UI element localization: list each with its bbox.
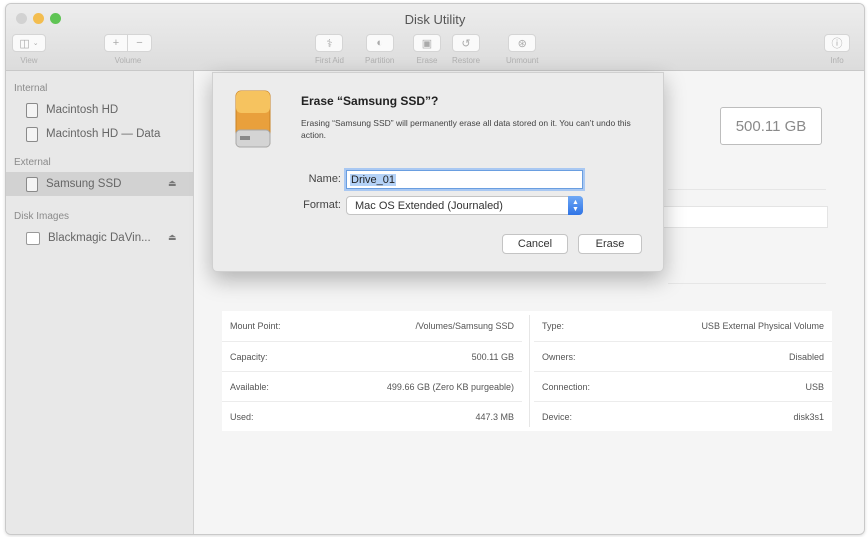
cancel-button[interactable]: Cancel bbox=[502, 234, 568, 254]
info-row-available: Available: 499.66 GB (Zero KB purgeable) bbox=[222, 371, 522, 401]
sidebar-view-icon: ◫ bbox=[19, 37, 30, 50]
sidebar-item-label: Blackmagic DaVin... bbox=[48, 232, 151, 244]
restore-button[interactable]: ↺ bbox=[452, 34, 480, 52]
first-aid-control[interactable]: ⚕ First Aid bbox=[315, 34, 344, 65]
minus-icon: − bbox=[136, 37, 143, 49]
info-label: Connection: bbox=[542, 381, 591, 392]
erase-button[interactable]: ▣ bbox=[413, 34, 441, 52]
partition-button[interactable]: ◐ bbox=[365, 34, 394, 52]
info-row-owners: Owners: Disabled bbox=[534, 341, 832, 371]
sidebar: Internal Macintosh HD Macintosh HD — Dat… bbox=[6, 71, 194, 534]
info-column-divider bbox=[529, 315, 530, 427]
view-label: View bbox=[20, 56, 38, 65]
remove-volume-button[interactable]: − bbox=[128, 34, 152, 52]
erase-dialog: Erase “Samsung SSD”? Erasing “Samsung SS… bbox=[212, 72, 664, 272]
info-button[interactable]: ⓘ bbox=[824, 34, 850, 52]
erase-confirm-button[interactable]: Erase bbox=[578, 234, 642, 254]
name-input[interactable]: Drive_01 bbox=[346, 170, 583, 189]
sidebar-item-label: Macintosh HD — Data bbox=[46, 128, 161, 140]
divider bbox=[668, 189, 826, 190]
view-button[interactable]: ◫ ⌄ bbox=[12, 34, 46, 52]
divider bbox=[668, 283, 826, 284]
window-title: Disk Utility bbox=[404, 12, 466, 27]
eject-icon[interactable]: ⏏ bbox=[168, 178, 177, 189]
erase-label: Erase bbox=[416, 56, 438, 65]
format-select-value: Mac OS Extended (Journaled) bbox=[355, 199, 503, 212]
sidebar-item-samsung-ssd[interactable]: Samsung SSD ⏏ bbox=[6, 172, 193, 196]
info-value: USB bbox=[805, 381, 824, 392]
unmount-button[interactable]: ⊛ bbox=[508, 34, 537, 52]
sidebar-section-disk-images: Disk Images bbox=[14, 211, 70, 222]
unmount-icon: ⊛ bbox=[517, 37, 527, 50]
volume-label: Volume bbox=[114, 56, 142, 65]
info-row-connection: Connection: USB bbox=[534, 371, 832, 401]
sidebar-item-label: Macintosh HD bbox=[46, 104, 119, 116]
first-aid-button[interactable]: ⚕ bbox=[315, 34, 344, 52]
info-row-capacity: Capacity: 500.11 GB bbox=[222, 341, 522, 371]
sidebar-item-blackmagic[interactable]: Blackmagic DaVin... ⏏ bbox=[6, 226, 193, 250]
internal-disk-icon bbox=[26, 126, 38, 142]
info-label: Capacity: bbox=[230, 351, 268, 362]
usage-bar bbox=[646, 206, 828, 228]
info-label: Mount Point: bbox=[230, 321, 281, 331]
dialog-message: Erasing “Samsung SSD” will permanently e… bbox=[301, 118, 631, 140]
info-value: disk3s1 bbox=[793, 411, 824, 422]
unmount-control[interactable]: ⊛ Unmount bbox=[506, 34, 538, 65]
partition-label: Partition bbox=[365, 56, 395, 65]
info-value: /Volumes/Samsung SSD bbox=[415, 321, 514, 331]
external-drive-icon bbox=[235, 90, 271, 148]
add-volume-button[interactable]: + bbox=[104, 34, 128, 52]
info-row-type: Type: USB External Physical Volume bbox=[534, 311, 832, 341]
title-bar: Disk Utility ◫ ⌄ View + − Volume ⚕ First… bbox=[6, 4, 864, 71]
info-value: 447.3 MB bbox=[475, 411, 514, 422]
sidebar-item-macintosh-hd[interactable]: Macintosh HD bbox=[6, 98, 193, 122]
info-label: Type: bbox=[542, 321, 565, 331]
volume-control[interactable]: + − Volume bbox=[104, 34, 152, 65]
restore-label: Restore bbox=[452, 56, 481, 65]
info-label: Owners: bbox=[542, 351, 576, 362]
erase-icon: ▣ bbox=[421, 37, 433, 50]
capacity-display: 500.11 GB bbox=[720, 107, 822, 145]
info-value: 500.11 GB bbox=[471, 351, 514, 362]
format-label: Format: bbox=[303, 199, 341, 211]
info-label: Available: bbox=[230, 381, 269, 392]
format-select[interactable]: Mac OS Extended (Journaled) ▲ ▼ bbox=[346, 196, 583, 215]
disk-image-icon bbox=[26, 231, 40, 245]
restore-control[interactable]: ↺ Restore bbox=[452, 34, 480, 65]
info-row-mount-point: Mount Point: /Volumes/Samsung SSD bbox=[222, 311, 522, 341]
info-value: Disabled bbox=[788, 351, 824, 362]
view-control[interactable]: ◫ ⌄ View bbox=[12, 34, 46, 65]
sidebar-section-external: External bbox=[14, 157, 51, 168]
info-label: Device: bbox=[542, 411, 573, 422]
info-value: USB External Physical Volume bbox=[701, 321, 824, 331]
chevron-down-icon: ⌄ bbox=[32, 40, 39, 47]
info-icon: ⓘ bbox=[831, 38, 843, 50]
info-value: 499.66 GB (Zero KB purgeable) bbox=[386, 381, 514, 392]
unmount-label: Unmount bbox=[506, 56, 539, 65]
sidebar-item-macintosh-hd-data[interactable]: Macintosh HD — Data bbox=[6, 122, 193, 146]
sidebar-item-label: Samsung SSD bbox=[46, 178, 122, 190]
info-control[interactable]: ⓘ Info bbox=[824, 34, 850, 65]
erase-control[interactable]: ▣ Erase bbox=[413, 34, 441, 65]
sidebar-section-internal: Internal bbox=[14, 83, 48, 94]
external-disk-icon bbox=[26, 176, 38, 192]
dialog-title: Erase “Samsung SSD”? bbox=[301, 94, 439, 108]
info-table: Mount Point: /Volumes/Samsung SSD Capaci… bbox=[222, 311, 832, 431]
stethoscope-icon: ⚕ bbox=[326, 37, 333, 50]
name-input-value: Drive_01 bbox=[350, 173, 397, 186]
updown-arrows-icon: ▲ ▼ bbox=[568, 196, 583, 215]
internal-disk-icon bbox=[26, 102, 38, 118]
info-label: Used: bbox=[230, 411, 254, 422]
info-row-used: Used: 447.3 MB bbox=[222, 401, 522, 431]
info-label: Info bbox=[830, 56, 844, 65]
info-row-device: Device: disk3s1 bbox=[534, 401, 832, 431]
plus-icon: + bbox=[112, 37, 120, 49]
restore-icon: ↺ bbox=[461, 37, 471, 50]
name-label: Name: bbox=[308, 173, 341, 185]
partition-control[interactable]: ◐ Partition bbox=[365, 34, 394, 65]
first-aid-label: First Aid bbox=[315, 56, 344, 65]
partition-icon: ◐ bbox=[376, 37, 383, 49]
eject-icon[interactable]: ⏏ bbox=[168, 232, 177, 243]
